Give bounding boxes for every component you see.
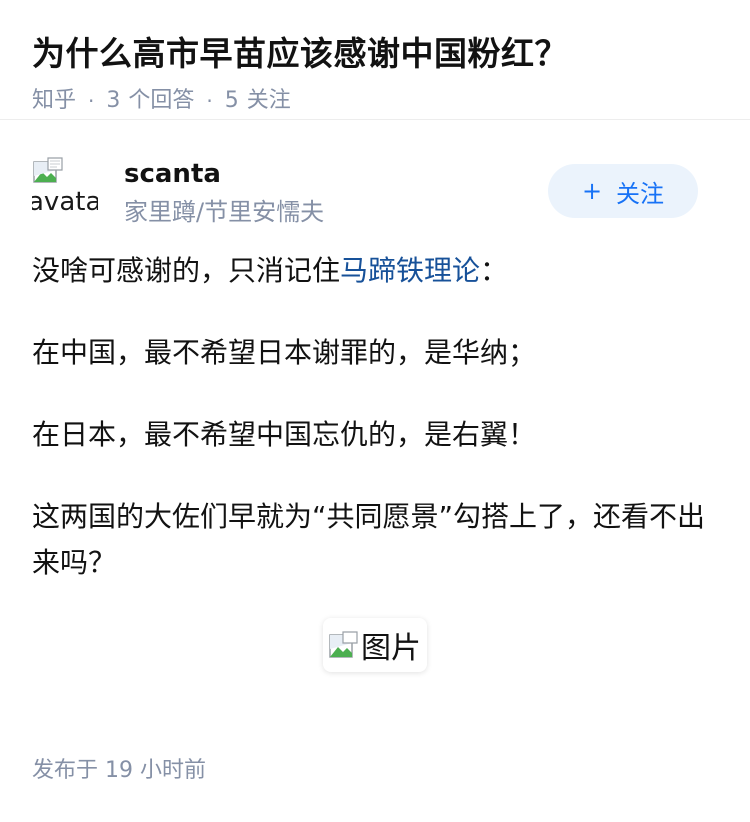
follower-count-label: 关注 — [246, 88, 291, 113]
avatar[interactable]: avatar — [32, 156, 98, 222]
answer-content: 没啥可感谢的，只消记住马蹄铁理论： 在中国，最不希望日本谢罪的，是华纳； 在日本… — [32, 248, 718, 672]
answer-text: ： — [480, 254, 509, 287]
answer-image-wrapper: 图片 — [32, 618, 718, 672]
answer-image[interactable]: 图片 — [323, 618, 427, 672]
answer-item: avatar scanta 家里蹲/节里安懦夫 + 关注 没啥可感谢的，只消记住… — [0, 120, 750, 672]
author-headline: 家里蹲/节里安懦夫 — [124, 198, 325, 226]
answer-paragraph: 这两国的大佐们早就为“共同愿景”勾搭上了，还看不出来吗？ — [32, 500, 706, 579]
answer-text: 没啥可感谢的，只消记住 — [32, 254, 341, 287]
author-info: avatar scanta 家里蹲/节里安懦夫 + 关注 — [32, 120, 718, 240]
image-alt-text: 图片 — [361, 631, 421, 666]
horseshoe-theory-link[interactable]: 马蹄铁理论 — [340, 254, 480, 287]
follow-button[interactable]: + 关注 — [548, 164, 698, 218]
question-header: 为什么高市早苗应该感谢中国粉红？ 知乎 · 3 个回答 · 5 关注 — [0, 0, 750, 120]
broken-image-icon — [33, 157, 63, 183]
answer-paragraph: 在中国，最不希望日本谢罪的，是华纳； — [32, 336, 537, 369]
source-label: 知乎 — [32, 88, 77, 113]
broken-image-icon — [329, 631, 358, 658]
separator-dot: · — [88, 89, 95, 113]
avatar-alt-text: avatar — [32, 187, 98, 217]
follower-count: 5 — [224, 88, 239, 113]
answer-count: 3 — [106, 88, 121, 113]
plus-icon: + — [581, 177, 603, 205]
question-meta: 知乎 · 3 个回答 · 5 关注 — [32, 86, 718, 116]
answer-paragraph: 在日本，最不希望中国忘仇的，是右翼！ — [32, 418, 537, 451]
publish-time: 发布于 19 小时前 — [32, 758, 206, 783]
answer-count-label[interactable]: 个回答 — [128, 86, 194, 116]
separator-dot: · — [206, 89, 213, 113]
follow-button-label: 关注 — [616, 179, 665, 208]
author-name[interactable]: scanta — [124, 158, 221, 190]
answer-paragraph: 没啥可感谢的，只消记住马蹄铁理论： — [32, 248, 718, 294]
question-title[interactable]: 为什么高市早苗应该感谢中国粉红？ — [32, 30, 718, 78]
